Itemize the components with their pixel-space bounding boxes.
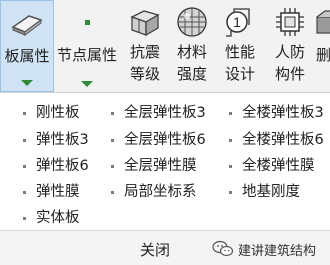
material-label-1: 材料: [176, 43, 207, 61]
option-local-coordinate-system[interactable]: 局部坐标系: [111, 183, 197, 201]
civil-defense-label-1: 人防: [274, 43, 305, 61]
wechat-icon: [212, 240, 234, 257]
dropdown-footer: 关闭 建讲建筑结构: [0, 230, 330, 265]
delete-button[interactable]: 删: [314, 0, 330, 92]
option-whole-building-elastic-membrane[interactable]: 全楼弹性膜: [229, 157, 315, 175]
performance-number-icon: 1: [226, 8, 250, 37]
option-solid-slab[interactable]: 实体板: [23, 209, 80, 227]
material-label-2: 强度: [176, 65, 207, 83]
option-all-layer-elastic-slab-6[interactable]: 全层弹性板6: [111, 131, 206, 149]
chip-icon: [276, 8, 304, 36]
option-whole-building-elastic-slab-3[interactable]: 全楼弹性板3: [229, 104, 324, 122]
civil-defense-label-2: 构件: [274, 65, 305, 83]
option-all-layer-elastic-membrane[interactable]: 全层弹性膜: [111, 157, 197, 175]
watermark-text: 建讲建筑结构: [238, 243, 317, 259]
seismic-label-2: 等级: [129, 65, 160, 83]
slab-property-dropdown: 刚性板 弹性板3 弹性板6 弹性膜 实体板 全层弹性板3 全层弹性板6 全层弹性…: [0, 93, 330, 230]
material-strength-button[interactable]: 材料 强度: [170, 0, 214, 92]
seismic-grade-button[interactable]: 抗震 等级: [120, 0, 170, 92]
option-whole-building-elastic-slab-6[interactable]: 全楼弹性板6: [229, 131, 324, 149]
dropdown-arrow-icon: [21, 80, 33, 86]
watermark: 建讲建筑结构: [212, 238, 316, 260]
delete-label: 删: [316, 46, 330, 64]
node-property-button[interactable]: 节点属性: [54, 0, 120, 92]
material-sphere-icon: [177, 7, 207, 37]
slab-property-label: 板属性: [4, 47, 50, 65]
option-elastic-slab-6[interactable]: 弹性板6: [23, 157, 89, 175]
delete-icon: [316, 10, 330, 34]
option-elastic-membrane[interactable]: 弹性膜: [23, 183, 80, 201]
option-foundation-stiffness[interactable]: 地基刚度: [229, 183, 300, 201]
dropdown-arrow-icon: [81, 81, 93, 87]
close-button[interactable]: 关闭: [110, 239, 200, 260]
civil-defense-button[interactable]: 人防 构件: [266, 0, 314, 92]
option-rigid-slab[interactable]: 刚性板: [23, 104, 80, 122]
option-all-layer-elastic-slab-3[interactable]: 全层弹性板3: [111, 104, 206, 122]
performance-design-button[interactable]: 1 性能 设计: [214, 0, 266, 92]
performance-label-2: 设计: [224, 65, 255, 83]
performance-label-1: 性能: [224, 43, 255, 61]
performance-number-text: 1: [233, 14, 241, 30]
option-elastic-slab-3[interactable]: 弹性板3: [23, 131, 89, 149]
slab-property-button[interactable]: 板属性: [0, 0, 54, 92]
toolbar: 板属性 节点属性 抗震 等级 材料 强度 1 性能 设计 人防 构件 删: [0, 0, 330, 93]
building-block-icon: [130, 10, 160, 37]
node-dot-icon: [85, 20, 90, 25]
node-property-label: 节点属性: [56, 46, 117, 64]
slab-icon: [11, 15, 43, 36]
seismic-label-1: 抗震: [129, 43, 160, 61]
